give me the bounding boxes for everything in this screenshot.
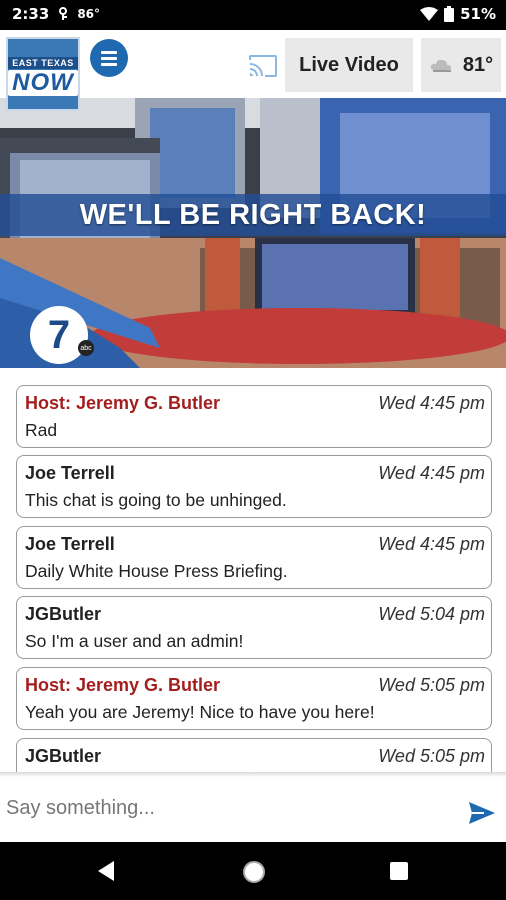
station-logo: 7 [30, 306, 88, 364]
app-header: EAST TEXAS NOW Live Video 81° [0, 30, 506, 111]
battery-icon [444, 6, 455, 22]
menu-button[interactable] [90, 39, 128, 77]
wifi-icon [420, 7, 439, 21]
message-time: Wed 5:05 pm [378, 746, 485, 766]
cloudy-weather-icon [430, 59, 452, 72]
battery-percent: 51% [460, 5, 496, 23]
message-text: Yeah you are Jeremy! Nice to have you he… [25, 702, 375, 722]
status-time: 2:33 [12, 5, 50, 23]
logo-main-text: NOW [8, 69, 78, 96]
video-player[interactable]: WE'LL BE RIGHT BACK! 7 abc [0, 98, 506, 368]
station-number: 7 [47, 312, 71, 357]
video-banner: WE'LL BE RIGHT BACK! [0, 194, 506, 236]
recents-icon[interactable] [390, 862, 408, 880]
message-author: Joe Terrell [25, 534, 115, 554]
message-time: Wed 4:45 pm [378, 463, 485, 483]
chat-message: Joe Terrell Wed 4:45 pm This chat is goi… [16, 455, 492, 518]
banner-text: WE'LL BE RIGHT BACK! [79, 198, 427, 231]
chat-list[interactable]: Host: Jeremy G. Butler Wed 4:45 pm Rad J… [0, 368, 506, 772]
status-left: 2:33 86° [12, 5, 100, 23]
message-author: Host: Jeremy G. Butler [25, 675, 221, 695]
chat-message: Host: Jeremy G. Butler Wed 4:45 pm Rad [16, 385, 492, 448]
message-time: Wed 4:45 pm [378, 534, 485, 554]
chat-input-bar [0, 777, 506, 842]
app-logo[interactable]: EAST TEXAS NOW [6, 37, 80, 111]
weather-temp: 81° [462, 53, 494, 76]
message-author: JGButler [25, 604, 102, 624]
status-bar: 2:33 86° 51% [0, 0, 506, 30]
abc-logo-icon: abc [78, 340, 94, 356]
message-time: Wed 5:05 pm [378, 675, 485, 695]
chat-message: Host: Jeremy G. Butler Wed 5:05 pm Yeah … [16, 667, 492, 730]
status-right: 51% [420, 5, 496, 23]
message-author: JGButler [25, 746, 102, 766]
menu-bar-3 [101, 62, 117, 66]
chat-message: Joe Terrell Wed 4:45 pm Daily White Hous… [16, 526, 492, 589]
weather-button[interactable]: 81° [421, 38, 501, 92]
message-time: Wed 4:45 pm [378, 393, 485, 413]
live-video-button[interactable]: Live Video [285, 38, 413, 92]
message-time: Wed 5:04 pm [378, 604, 485, 624]
message-author: Host: Jeremy G. Butler [25, 393, 221, 413]
home-icon[interactable] [243, 861, 265, 883]
message-text: Rad [25, 420, 58, 440]
chat-message: JGButler Wed 5:05 pm [16, 738, 492, 772]
status-temp: 86° [77, 7, 101, 21]
logo-top-text: EAST TEXAS [8, 56, 78, 69]
chat-message-input[interactable] [0, 785, 450, 831]
system-nav-bar [0, 842, 506, 900]
vpn-key-icon [59, 7, 68, 20]
live-video-label: Live Video [299, 53, 399, 76]
menu-bar-2 [101, 56, 117, 60]
cast-icon[interactable] [248, 54, 278, 78]
message-text: This chat is going to be unhinged. [25, 490, 287, 510]
menu-bar-1 [101, 50, 117, 54]
send-icon[interactable] [468, 801, 496, 825]
message-text: So I'm a user and an admin! [25, 631, 244, 651]
chat-message: JGButler Wed 5:04 pm So I'm a user and a… [16, 596, 492, 659]
back-icon[interactable] [96, 860, 116, 882]
message-author: Joe Terrell [25, 463, 115, 483]
message-text: Daily White House Press Briefing. [25, 561, 288, 581]
